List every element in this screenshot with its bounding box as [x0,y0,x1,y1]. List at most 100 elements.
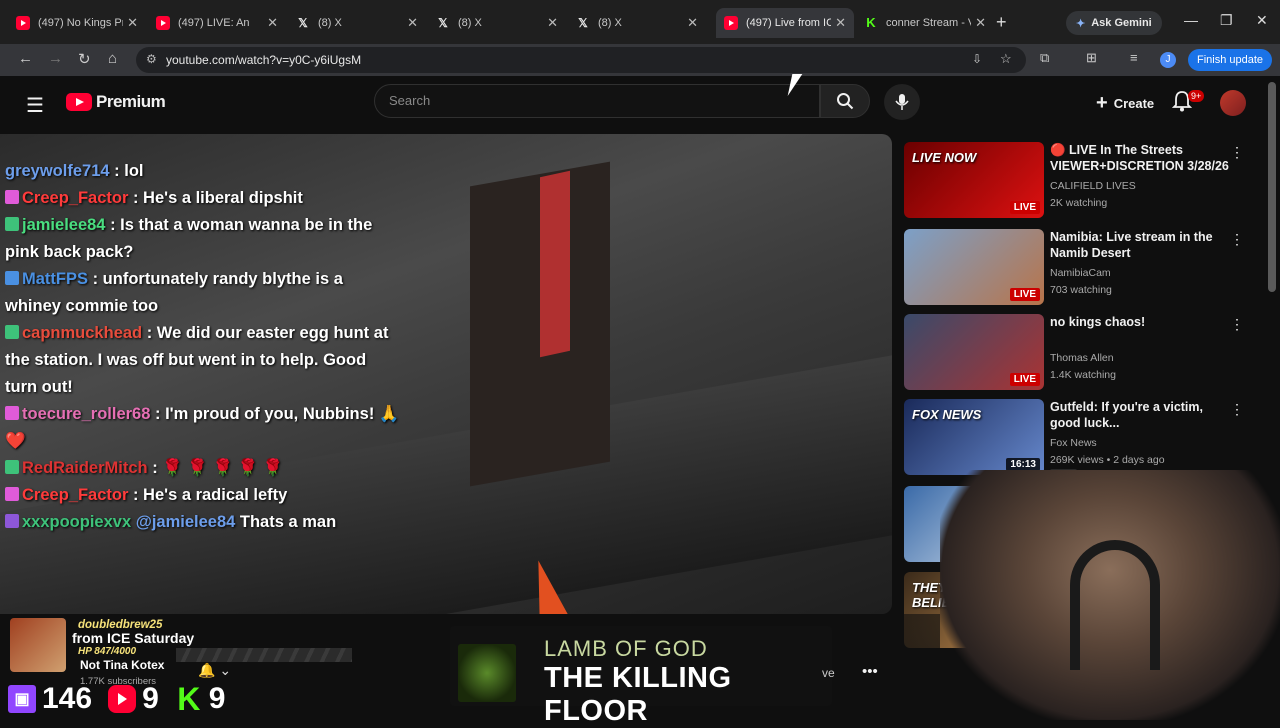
now-playing-widget: LAMB OF GOD THE KILLING FLOOR [450,626,832,727]
close-tab-icon[interactable]: ✕ [835,15,846,31]
video-thumbnail[interactable]: LIVE [904,229,1044,305]
new-tab-button[interactable]: + [996,12,1007,33]
kick-icon: K [177,680,201,717]
search-icon [837,93,854,110]
recommended-video[interactable]: FOX NEWS 16:13 Gutfeld: If you're a victim… [904,399,1254,481]
url-text[interactable]: youtube.com/watch?v=y0C-y6iUgsM [166,53,361,67]
notification-count: 9+ [1188,90,1205,102]
more-actions-icon[interactable]: ⋮ [1230,316,1244,333]
x-icon: 𝕏 [298,16,308,30]
search-button[interactable] [820,84,870,118]
browser-tab[interactable]: 𝕏 (8) X ✕ [428,8,566,38]
chat-username: capnmuckhead [22,324,143,342]
channel-name[interactable]: Fox News [1050,437,1097,449]
site-info-icon[interactable]: ⚙ [146,52,157,66]
chat-text: : He's a liberal dipshit [132,189,303,207]
youtube-logo[interactable]: Premium [66,92,166,112]
video-stats: 703 watching [1050,284,1112,296]
alert-hp: HP 847/4000 [78,646,137,657]
alert-avatar [10,618,66,672]
live-label: ve [822,666,835,680]
reload-icon[interactable]: ↻ [78,50,91,68]
chat-username: toecure_roller68 [22,405,151,423]
chat-badge-icon [5,460,19,474]
chat-message: Creep_Factor : He's a liberal dipshit [0,185,400,212]
tab-title: (497) LIVE: An [178,17,250,29]
close-tab-icon[interactable]: ✕ [687,15,698,31]
chat-badge-icon [5,487,19,501]
forward-icon[interactable]: → [48,50,63,67]
reading-mode-icon[interactable]: ⊞ [1086,50,1097,66]
youtube-icon [16,16,30,30]
tab-title: (8) X [318,17,342,29]
video-thumbnail[interactable]: LIVE [904,314,1044,390]
browser-tab[interactable]: 𝕏 (8) X ✕ [568,8,706,38]
recommended-video[interactable]: LIVE Namibia: Live stream in the Namib De… [904,229,1254,309]
thumbnail-text: LIVE NOW [912,150,977,165]
chat-overlay: greywolfe714 : lol Creep_Factor : He's a … [0,158,400,536]
channel-name[interactable]: CALIFIELD LIVES [1050,180,1136,192]
browser-tab[interactable]: 𝕏 (8) X ✕ [288,8,426,38]
live-badge: LIVE [1009,201,1040,214]
recommended-video[interactable]: LIVE no kings chaos! Thomas Allen 1.4K watc… [904,314,1254,394]
chat-message: xxxpoopiexvx @jamielee84 Thats a man [0,509,400,536]
browser-tab[interactable]: (497) No Kings Pr ✕ [8,8,146,38]
home-icon[interactable]: ⌂ [108,50,117,67]
channel-avatar[interactable] [1220,90,1246,116]
close-window-icon[interactable]: ✕ [1256,12,1268,29]
omnibox[interactable]: ⚙ youtube.com/watch?v=y0C-y6iUgsM ⇩ ☆ [136,47,1026,73]
bookmark-star-icon[interactable]: ☆ [1000,51,1012,67]
more-options-icon[interactable]: ••• [862,663,878,680]
video-title[interactable]: 🔴 LIVE In The Streets VIEWER+DISCRETION … [1050,142,1236,174]
voice-search-button[interactable] [884,84,920,120]
youtube-icon [108,685,137,713]
video-thumbnail[interactable]: FOX NEWS 16:13 [904,399,1044,475]
finish-update-button[interactable]: Finish update [1188,49,1272,71]
browser-tab[interactable]: Kconner Stream - V ✕ [856,8,994,38]
media-control-icon[interactable]: ≡ [1130,50,1138,65]
search-box[interactable] [374,84,820,118]
chat-text: @jamielee84 [135,513,236,531]
tab-title: (8) X [598,17,622,29]
subscribe-bell-icon[interactable]: 🔔 ⌄ [198,662,231,679]
close-tab-icon[interactable]: ✕ [127,15,138,31]
more-actions-icon[interactable]: ⋮ [1230,144,1244,161]
chat-username: jamielee84 [22,216,106,234]
recommended-video[interactable]: LIVE NOW LIVE 🔴 LIVE In The Streets VIEWER… [904,142,1254,222]
close-tab-icon[interactable]: ✕ [407,15,418,31]
album-art [458,644,516,702]
minimize-icon[interactable]: — [1184,12,1198,28]
page-scrollbar[interactable] [1268,82,1276,292]
channel-name[interactable]: NamibiaCam [1050,267,1111,279]
video-title[interactable]: Gutfeld: If you're a victim, good luck..… [1050,399,1236,431]
create-button[interactable]: + Create [1086,90,1164,116]
video-title[interactable]: Namibia: Live stream in the Namib Desert [1050,229,1236,261]
video-title[interactable]: no kings chaos! [1050,314,1236,330]
install-app-icon[interactable]: ⇩ [972,52,982,66]
more-actions-icon[interactable]: ⋮ [1230,231,1244,248]
channel-name[interactable]: Thomas Allen [1050,352,1114,364]
chat-badge-icon [5,217,19,231]
browser-tab[interactable]: (497) Live from IC ✕ [716,8,854,38]
maximize-icon[interactable]: ❐ [1220,12,1233,29]
chat-text: : 🌹 🌹 🌹 🌹 🌹 [152,459,284,477]
close-tab-icon[interactable]: ✕ [547,15,558,31]
browser-tab[interactable]: (497) LIVE: An ✕ [148,8,286,38]
close-tab-icon[interactable]: ✕ [267,15,278,31]
chat-badge-icon [5,325,19,339]
kick-count: 9 [208,682,226,715]
menu-icon[interactable]: ☰ [26,93,44,118]
search-input[interactable] [389,93,789,108]
profile-avatar[interactable]: J [1160,52,1176,68]
chat-message: capnmuckhead : We did our easter egg hun… [0,320,400,401]
chat-text-tail: Thats a man [235,513,337,531]
chat-badge-icon [5,514,19,528]
close-tab-icon[interactable]: ✕ [975,15,986,31]
back-icon[interactable]: ← [18,50,33,67]
more-actions-icon[interactable]: ⋮ [1230,401,1244,418]
live-badge: LIVE [1009,288,1040,301]
youtube-header: ☰ Premium + Create 9+ [0,76,1280,132]
ask-gemini-button[interactable]: ✦ Ask Gemini [1066,11,1162,35]
extensions-icon[interactable]: ⧉ [1040,50,1049,66]
video-thumbnail[interactable]: LIVE NOW LIVE [904,142,1044,218]
